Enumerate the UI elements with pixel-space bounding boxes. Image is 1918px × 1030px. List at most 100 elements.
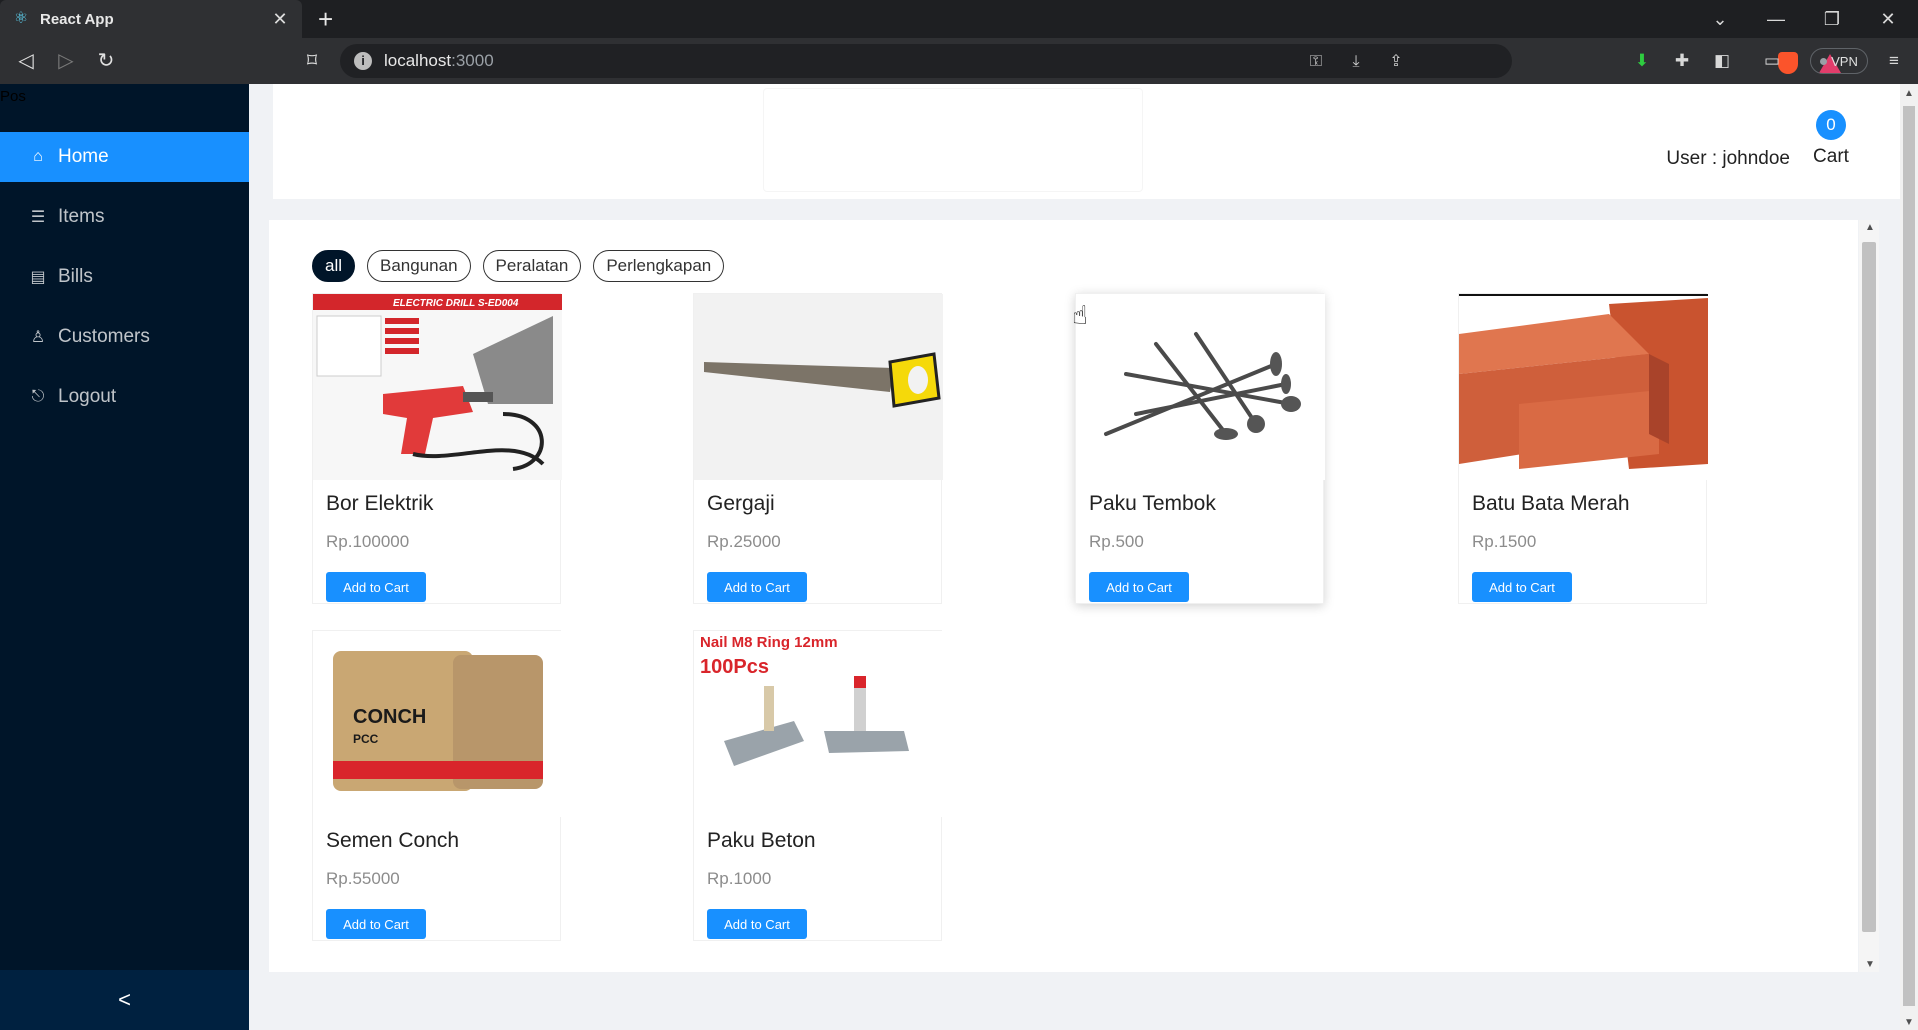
product-name: Semen Conch [326,829,460,852]
sidebar-item-customers[interactable]: ♙ Customers [0,312,249,362]
url-field[interactable]: i localhost:3000 ⚿ ⤓ ⇪ [340,44,1841,78]
tab-search-icon[interactable]: ⌄ [1692,0,1748,38]
share-icon[interactable]: ⇪ [1384,52,1408,72]
tab-title: React App [40,10,114,28]
add-to-cart-button[interactable]: Add to Cart [707,572,807,602]
product-card: CONCH PCC Semen Conch Rp.55000 Add to Ca… [312,630,562,941]
sidebar-item-label: Items [58,206,105,227]
add-to-cart-button[interactable]: Add to Cart [326,909,426,939]
product-price: Rp.55000 [326,869,400,888]
react-icon: ⚛ [13,10,29,27]
add-to-cart-button[interactable]: Add to Cart [326,572,426,602]
puzzle-icon[interactable]: ✚ [1670,49,1694,73]
minimize-icon[interactable]: — [1748,0,1804,38]
info-icon[interactable]: i [354,52,372,70]
sidebar-item-label: Home [58,146,109,167]
hand-cursor-icon: ☝ [1072,300,1088,330]
page-scrollbar[interactable]: ▲ ▼ [1900,84,1918,1030]
anchor-nails-image: Nail M8 Ring 12mm 100Pcs [694,631,943,817]
product-price: Rp.100000 [326,532,410,551]
product-price: Rp.1000 [707,869,772,888]
user-label: User : johndoe [1666,148,1790,169]
product-content: all Bangunan Peralatan Perlengkapan ELEC… [269,220,1858,972]
url-port: :3000 [451,51,494,70]
sidebar: Pos ⌂ Home ☰ Items ▤ Bills ♙ Customers ⎋… [0,84,249,1030]
address-bar: ◁ ▷ ↻ ⌑ i localhost:3000 ⚿ ⤓ ⇪ ⬇ ✚ ◧ ▭ V… [0,38,1918,84]
user-icon: ♙ [30,329,46,346]
tab-close-icon[interactable]: ✕ [270,9,290,30]
content-scrollbar[interactable]: ▲ ▼ [1859,220,1879,972]
saw-image [694,294,943,480]
home-icon: ⌂ [33,148,43,165]
list-icon: ☰ [30,209,46,226]
cement-image-caption: CONCH [353,706,426,728]
product-card: Paku Tembok Rp.500 Add to Cart [1075,293,1325,604]
sidebar-collapse-button[interactable]: < [0,970,249,1030]
extension-download-icon[interactable]: ⬇ [1630,49,1654,73]
product-price: Rp.25000 [707,532,781,551]
vpn-status-icon [1820,57,1828,65]
bookmark-icon[interactable]: ⌑ [298,47,326,75]
new-tab-button[interactable]: + [318,4,333,34]
page-scroll-down-icon[interactable]: ▼ [1904,1017,1914,1028]
logout-icon: ⎋ [31,388,45,405]
menu-icon[interactable]: ≡ [1882,49,1906,73]
download-icon[interactable]: ⤓ [1344,52,1368,72]
scroll-up-icon[interactable]: ▲ [1865,222,1875,233]
sidebar-item-bills[interactable]: ▤ Bills [0,252,249,302]
drill-image-caption: ELECTRIC DRILL S-ED004 [393,298,519,309]
category-filters: all Bangunan Peralatan Perlengkapan [312,250,725,282]
svg-text:PCC: PCC [353,732,379,746]
filter-perlengkapan[interactable]: Perlengkapan [593,250,725,282]
filter-bangunan[interactable]: Bangunan [367,250,471,282]
restore-icon[interactable]: ❐ [1804,0,1860,38]
header-placeholder [763,88,1143,192]
sidebar-item-label: Logout [58,386,117,407]
product-card: Batu Bata Merah Rp.1500 Add to Cart [1458,293,1708,604]
product-price: Rp.1500 [1472,532,1537,551]
sidebar-item-logout[interactable]: ⎋ Logout [0,372,249,422]
cart-count-badge: 0 [1816,110,1846,140]
product-card: Gergaji Rp.25000 Add to Cart [693,293,943,604]
page-scrollbar-thumb[interactable] [1903,106,1915,1006]
cart-label: Cart [1813,146,1849,167]
key-icon[interactable]: ⚿ [1304,52,1328,72]
scrollbar-thumb[interactable] [1862,242,1876,932]
vpn-label: VPN [1831,53,1858,69]
product-name: Paku Beton [707,829,816,852]
add-to-cart-button[interactable]: Add to Cart [1089,572,1189,602]
cart-button[interactable]: 0 Cart [1809,110,1853,168]
window-close-icon[interactable]: ✕ [1860,0,1916,38]
back-icon[interactable]: ◁ [12,47,40,75]
page-scroll-up-icon[interactable]: ▲ [1904,88,1914,99]
sidebar-item-items[interactable]: ☰ Items [0,192,249,242]
app-layout: Pos ⌂ Home ☰ Items ▤ Bills ♙ Customers ⎋… [0,84,1900,1030]
anchor-image-caption: Nail M8 Ring 12mm [700,634,838,651]
product-price: Rp.500 [1089,532,1144,551]
filter-all[interactable]: all [312,250,356,282]
receipt-icon: ▤ [30,269,46,286]
product-name: Paku Tembok [1089,492,1216,515]
product-card: Nail M8 Ring 12mm 100Pcs Paku Beton Rp.1… [693,630,943,941]
browser-tab-bar: ⚛ React App ✕ + ⌄ — ❐ ✕ [0,0,1918,38]
sidebar-item-home[interactable]: ⌂ Home [0,132,249,182]
sidebar-item-label: Customers [58,326,150,347]
anchor-image-caption-2: 100Pcs [700,656,769,678]
forward-icon[interactable]: ▷ [52,47,80,75]
reload-icon[interactable]: ↻ [92,47,120,75]
filter-peralatan[interactable]: Peralatan [482,250,582,282]
nails-image [1076,294,1325,480]
browser-tab[interactable]: ⚛ React App ✕ [0,0,302,38]
sidebar-icon[interactable]: ◧ [1710,49,1734,73]
product-card: ELECTRIC DRILL S-ED004 Bor Elektrik Rp.1… [312,293,562,604]
chevron-left-icon: < [118,987,131,1012]
add-to-cart-button[interactable]: Add to Cart [707,909,807,939]
vpn-button[interactable]: VPN [1810,48,1868,74]
bricks-image [1459,294,1708,480]
sidebar-item-label: Bills [58,266,93,287]
scroll-down-icon[interactable]: ▼ [1865,959,1875,970]
product-name: Bor Elektrik [326,492,434,515]
add-to-cart-button[interactable]: Add to Cart [1472,572,1572,602]
cement-image: CONCH PCC [313,631,562,817]
wallet-icon[interactable]: ▭ [1760,49,1784,73]
